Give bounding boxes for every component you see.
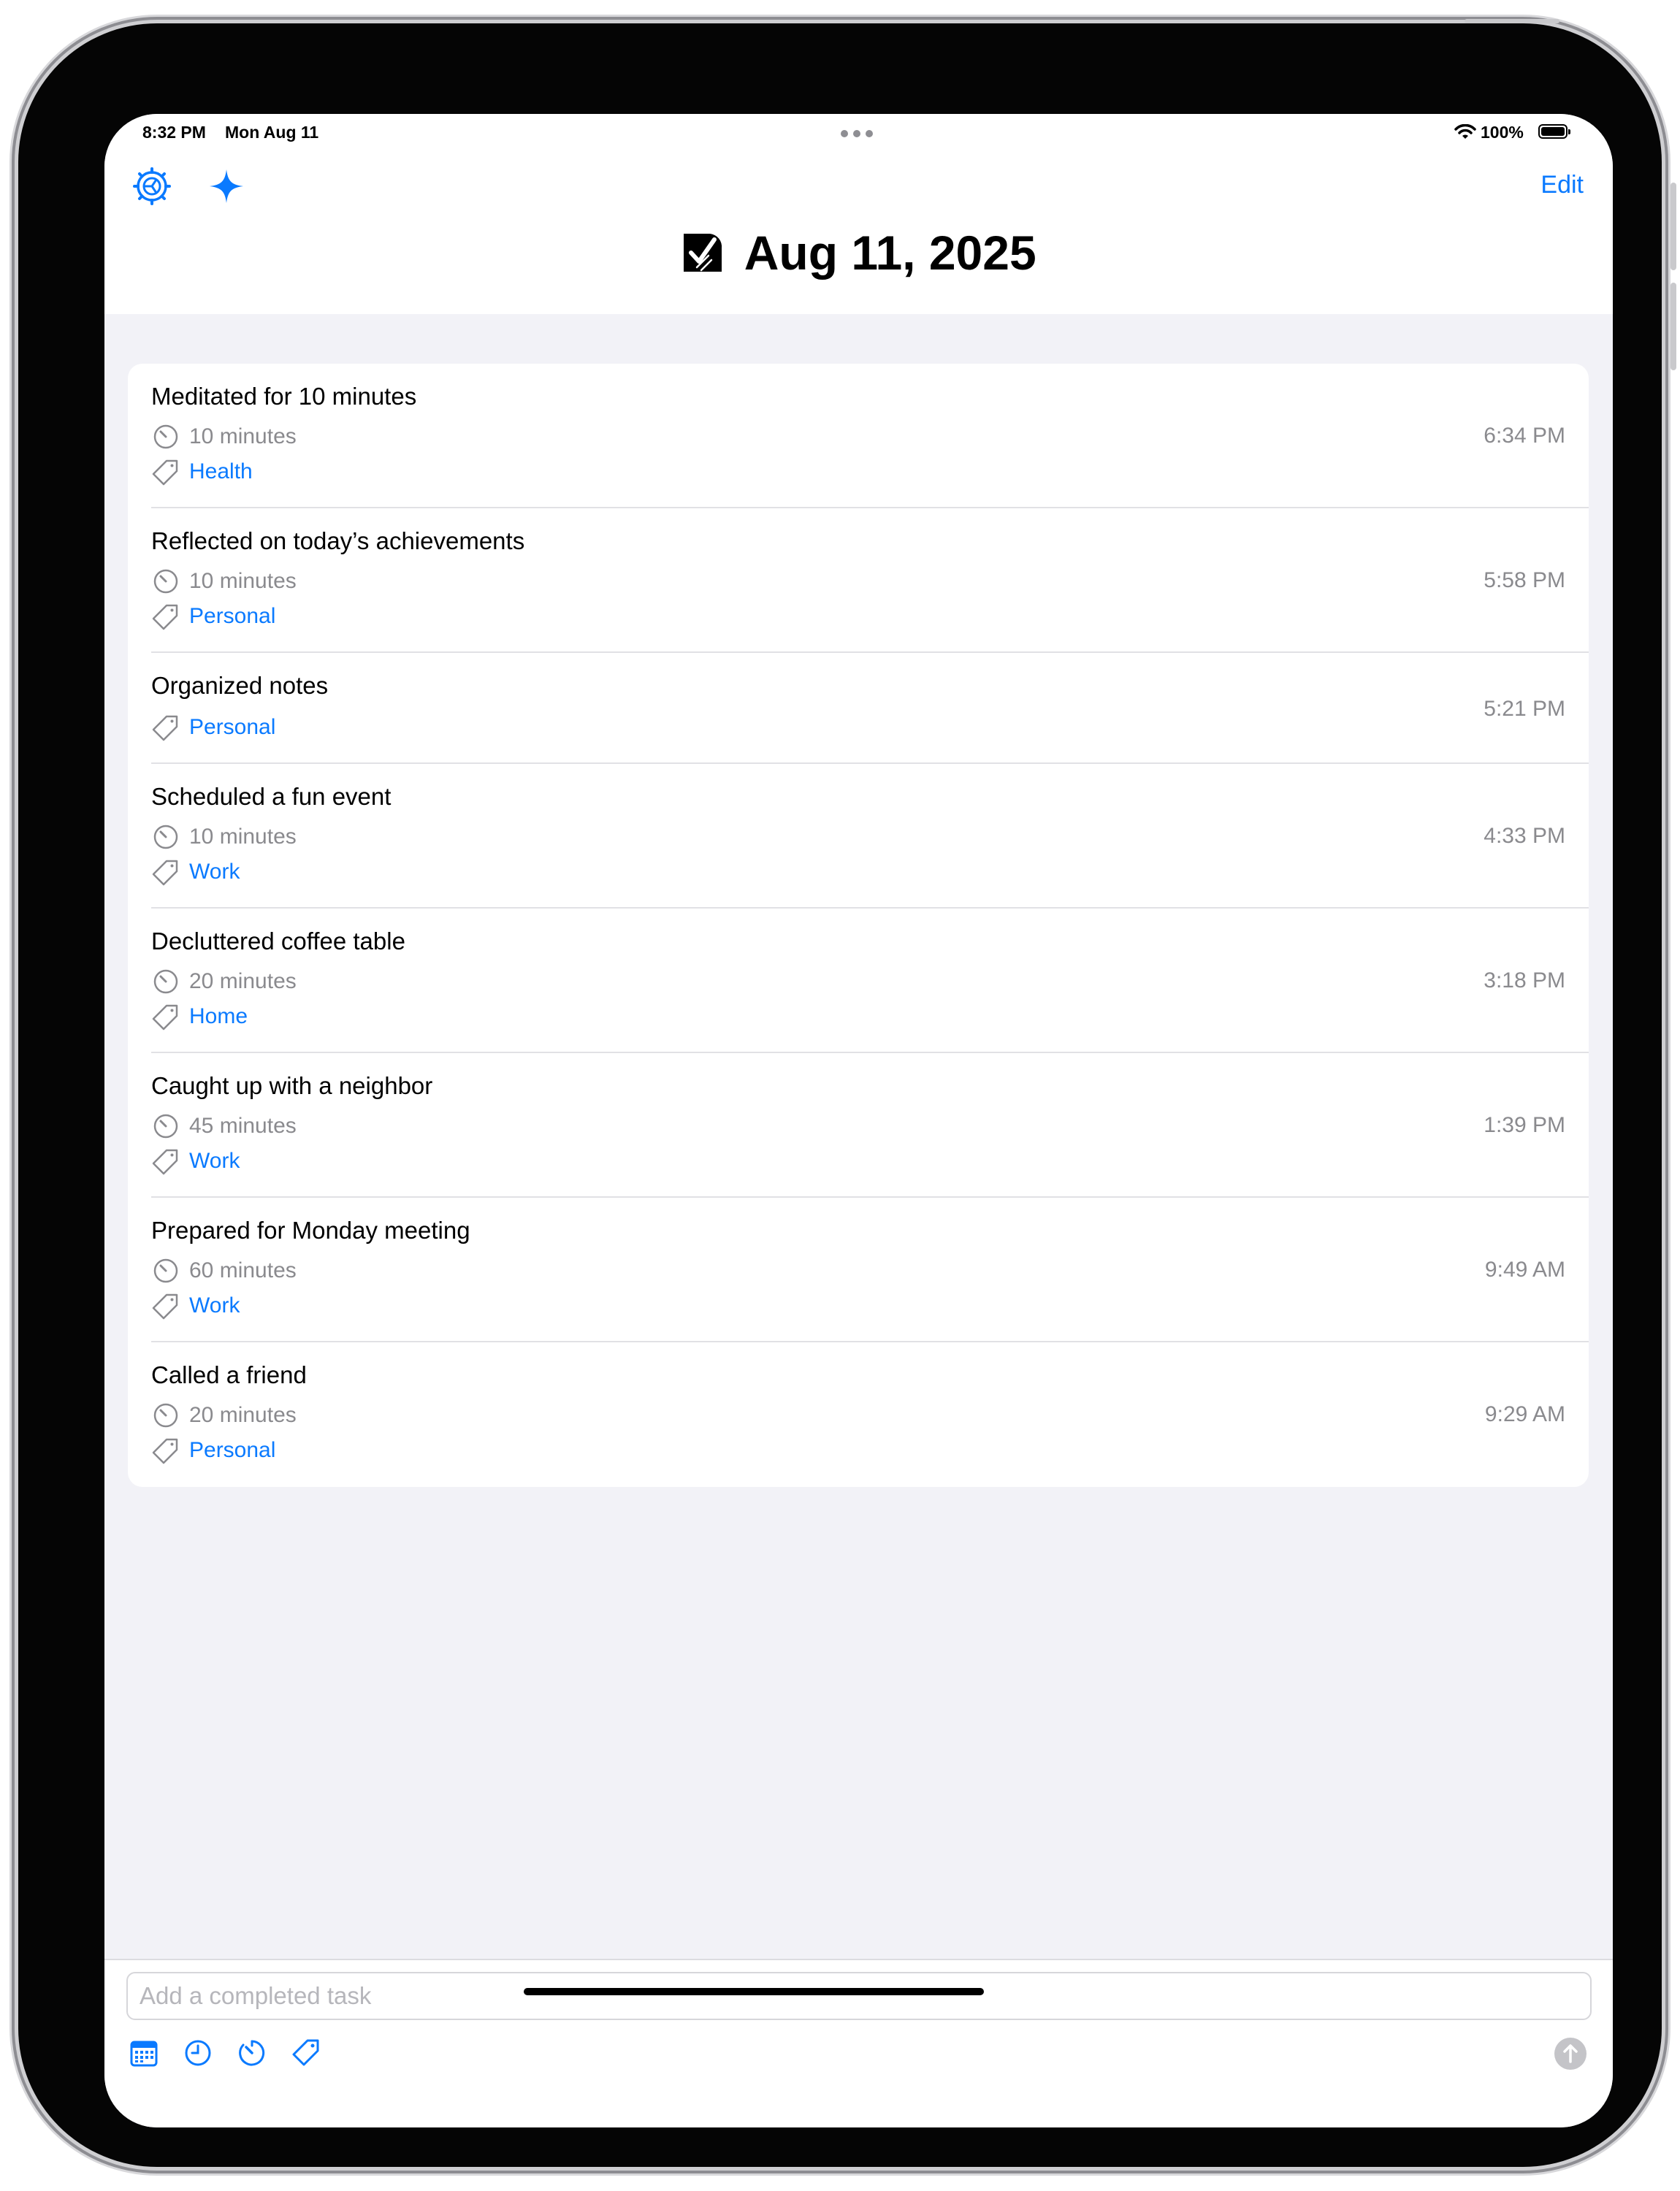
task-row[interactable]: Scheduled a fun event 10 minutes Work 4:33 … (128, 764, 1589, 909)
timer-icon[interactable] (236, 2037, 268, 2069)
edit-button[interactable]: Edit (1540, 171, 1584, 199)
duration-clock-icon (153, 969, 178, 994)
duration-clock-icon (153, 1258, 178, 1283)
clock-icon[interactable] (182, 2037, 214, 2069)
wifi-icon (1454, 124, 1476, 139)
task-tag[interactable]: Home (151, 1002, 248, 1031)
task-duration: 60 minutes (151, 1256, 297, 1285)
task-title: Organized notes (151, 672, 329, 699)
task-duration-label: 20 minutes (189, 1403, 297, 1427)
task-tag[interactable]: Work (151, 1291, 240, 1320)
duration-clock-icon (153, 1114, 178, 1139)
status-time: 8:32 PM (142, 123, 206, 142)
task-duration: 20 minutes (151, 967, 297, 996)
task-duration-label: 10 minutes (189, 569, 297, 593)
task-time: 5:21 PM (1484, 697, 1565, 721)
task-tag-label[interactable]: Health (189, 459, 253, 484)
task-time: 3:18 PM (1484, 968, 1565, 993)
task-row[interactable]: Decluttered coffee table 20 minutes Home 3:… (128, 909, 1589, 1053)
task-title: Decluttered coffee table (151, 928, 405, 955)
task-row[interactable]: Meditated for 10 minutes 10 minutes Health… (128, 364, 1589, 508)
task-time: 9:29 AM (1484, 1402, 1565, 1426)
task-tag-label[interactable]: Personal (189, 604, 275, 629)
tag-outline-icon (152, 459, 178, 486)
task-row[interactable]: Organized notes Personal 5:21 PM (128, 653, 1589, 764)
settings-gear-icon[interactable] (132, 167, 172, 206)
duration-clock-icon (153, 569, 178, 594)
task-tag[interactable]: Work (151, 857, 240, 887)
task-tag-label[interactable]: Work (189, 860, 240, 884)
top-button (1465, 19, 1559, 23)
volume-down-button (1671, 283, 1676, 370)
status-date: Mon Aug 11 (225, 123, 319, 142)
home-indicator[interactable] (524, 1988, 984, 1995)
task-row[interactable]: Prepared for Monday meeting 60 minutes Wor… (128, 1198, 1589, 1342)
task-tag[interactable]: Personal (151, 602, 275, 631)
task-duration: 10 minutes (151, 567, 297, 596)
task-row[interactable]: Reflected on today’s achievements 10 minu… (128, 508, 1589, 653)
send-arrow-icon[interactable] (1554, 2038, 1587, 2070)
task-duration-label: 45 minutes (189, 1114, 297, 1138)
task-duration-label: 60 minutes (189, 1258, 297, 1282)
task-title: Scheduled a fun event (151, 783, 392, 810)
status-bar: 8:32 PM Mon Aug 11 100% (104, 114, 1613, 155)
task-duration: 10 minutes (151, 422, 297, 451)
task-duration-label: 20 minutes (189, 969, 297, 993)
task-row[interactable]: Called a friend 20 minutes Personal 9:29 AM (128, 1342, 1589, 1487)
task-time: 4:33 PM (1484, 824, 1565, 848)
task-title: Meditated for 10 minutes (151, 383, 417, 410)
tag-outline-icon (152, 1438, 178, 1464)
task-time: 5:58 PM (1484, 568, 1565, 592)
duration-clock-icon (153, 1403, 178, 1428)
task-tag[interactable]: Work (151, 1147, 240, 1176)
screen: 8:32 PM Mon Aug 11 100% Edit Aug 11, 202… (104, 114, 1613, 2127)
task-title: Prepared for Monday meeting (151, 1217, 470, 1244)
multitasking-dots-icon[interactable] (841, 130, 873, 137)
page-title: Aug 11, 2025 (744, 226, 1036, 280)
task-time: 1:39 PM (1484, 1113, 1565, 1137)
task-duration: 45 minutes (151, 1112, 297, 1141)
battery-percentage: 100% (1481, 123, 1524, 142)
tag-outline-icon (152, 1149, 178, 1175)
task-row[interactable]: Caught up with a neighbor 45 minutes Work 1… (128, 1053, 1589, 1198)
tag-icon[interactable] (290, 2037, 322, 2069)
duration-clock-icon (153, 825, 178, 849)
volume-up-button (1671, 183, 1676, 270)
duration-clock-icon (153, 424, 178, 449)
calendar-icon[interactable] (128, 2037, 160, 2069)
task-duration-label: 10 minutes (189, 825, 297, 849)
tag-outline-icon (152, 604, 178, 630)
tag-outline-icon (152, 715, 178, 741)
tag-outline-icon (152, 1004, 178, 1031)
task-tag-label[interactable]: Home (189, 1004, 248, 1029)
task-tag-label[interactable]: Personal (189, 1438, 275, 1463)
ipad-frame: 8:32 PM Mon Aug 11 100% Edit Aug 11, 202… (18, 19, 1676, 2167)
page-title-row: Aug 11, 2025 (104, 225, 1613, 280)
task-duration-label: 10 minutes (189, 424, 297, 448)
app-logo-icon (684, 234, 722, 272)
task-duration: 20 minutes (151, 1401, 297, 1430)
task-tag-label[interactable]: Personal (189, 715, 275, 740)
task-title: Caught up with a neighbor (151, 1072, 433, 1099)
task-time: 9:49 AM (1484, 1258, 1565, 1282)
task-time: 6:34 PM (1484, 424, 1565, 448)
tag-outline-icon (152, 860, 178, 886)
composer-bar: Add a completed task (104, 1959, 1613, 2127)
sparkle-icon[interactable] (207, 167, 246, 206)
add-task-input[interactable]: Add a completed task (126, 1972, 1592, 2020)
task-title: Called a friend (151, 1361, 307, 1388)
task-duration: 10 minutes (151, 822, 297, 852)
task-tag[interactable]: Personal (151, 713, 275, 742)
task-tag-label[interactable]: Work (189, 1293, 240, 1318)
task-list: Meditated for 10 minutes 10 minutes Health… (128, 364, 1589, 1487)
task-tag[interactable]: Personal (151, 1436, 275, 1465)
navigation-bar: Edit Aug 11, 2025 (104, 155, 1613, 314)
task-tag[interactable]: Health (151, 457, 253, 486)
task-tag-label[interactable]: Work (189, 1149, 240, 1174)
tag-outline-icon (152, 1293, 178, 1320)
battery-icon (1538, 124, 1570, 139)
task-title: Reflected on today’s achievements (151, 527, 525, 554)
